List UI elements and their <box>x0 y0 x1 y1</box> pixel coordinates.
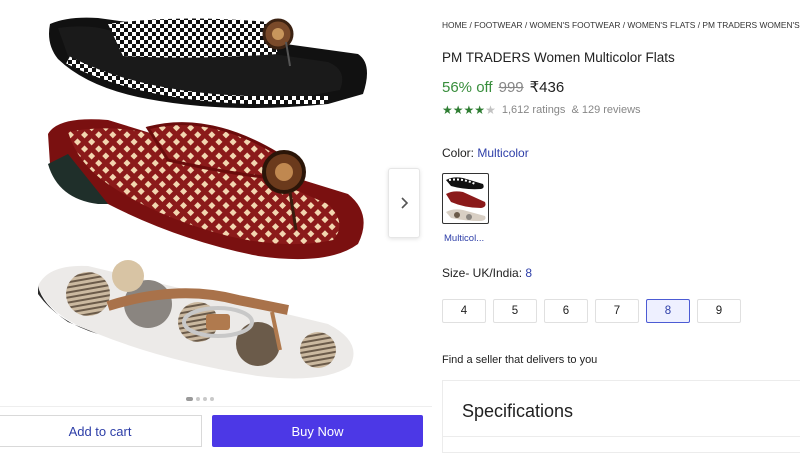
carousel-dot[interactable] <box>196 397 200 401</box>
breadcrumb-footwear[interactable]: FOOTWEAR <box>474 20 522 30</box>
star-icon: ★ <box>485 103 496 117</box>
star-icon: ★ <box>452 103 464 117</box>
sandal-beige-circles <box>38 260 354 379</box>
sandal-black-white <box>49 17 367 109</box>
divider <box>443 436 800 437</box>
specifications-title: Specifications <box>462 401 574 421</box>
swatch-thumbnail <box>446 177 486 221</box>
carousel-dot[interactable] <box>210 397 214 401</box>
seller-prompt[interactable]: Find a seller that delivers to you <box>442 354 597 366</box>
star-icon: ★ <box>474 103 486 117</box>
size-label: Size- UK/India: 8 <box>442 266 533 280</box>
reviews-count[interactable]: & 129 reviews <box>571 104 640 116</box>
size-option-4[interactable]: 4 <box>442 299 486 323</box>
star-icon: ★ <box>463 103 475 117</box>
product-gallery: Add to cart Buy Now <box>0 0 432 453</box>
breadcrumb: HOME / FOOTWEAR / WOMEN'S FOOTWEAR / WOM… <box>442 20 800 30</box>
size-options: 4 5 6 7 8 9 <box>442 299 741 323</box>
cart-action-bar: Add to cart Buy Now <box>0 406 432 453</box>
next-image-button[interactable] <box>388 168 420 238</box>
size-option-8[interactable]: 8 <box>646 299 690 323</box>
carousel-dot[interactable] <box>203 397 207 401</box>
star-rating: ★ ★ ★ ★ ★ <box>442 104 496 116</box>
breadcrumb-brand-flats[interactable]: PM TRADERS WOMEN'S FLATS <box>702 20 800 30</box>
color-swatch[interactable] <box>442 173 489 224</box>
ratings-count[interactable]: 1,612 ratings <box>502 104 566 116</box>
chevron-right-icon <box>401 197 409 209</box>
star-icon: ★ <box>442 103 453 117</box>
specifications-section: Specifications <box>442 380 800 453</box>
breadcrumb-womens-flats[interactable]: WOMEN'S FLATS <box>627 20 695 30</box>
carousel-dots <box>186 397 214 401</box>
swatch-caption[interactable]: Multicol... <box>444 233 484 244</box>
size-option-7[interactable]: 7 <box>595 299 639 323</box>
rating-row: ★ ★ ★ ★ ★ 1,612 ratings & 129 reviews <box>442 104 641 116</box>
size-option-5[interactable]: 5 <box>493 299 537 323</box>
original-price: 999 <box>498 79 524 96</box>
selling-price: ₹436 <box>529 79 565 96</box>
carousel-dot[interactable] <box>186 397 193 401</box>
price-row: 56% off 999 ₹436 <box>442 78 564 96</box>
buy-now-button[interactable]: Buy Now <box>212 415 423 447</box>
color-value: Multicolor <box>477 146 529 160</box>
size-option-6[interactable]: 6 <box>544 299 588 323</box>
add-to-cart-button[interactable]: Add to cart <box>0 415 202 447</box>
color-label: Color: Multicolor <box>442 146 529 160</box>
size-value: 8 <box>525 266 533 280</box>
size-option-9[interactable]: 9 <box>697 299 741 323</box>
breadcrumb-womens-footwear[interactable]: WOMEN'S FOOTWEAR <box>529 20 620 30</box>
discount-label: 56% off <box>442 79 493 96</box>
product-image[interactable] <box>28 4 378 396</box>
sandal-red-weave <box>48 119 364 260</box>
product-details: HOME / FOOTWEAR / WOMEN'S FOOTWEAR / WOM… <box>442 0 800 453</box>
product-title: PM TRADERS Women Multicolor Flats <box>442 50 675 65</box>
breadcrumb-home[interactable]: HOME <box>442 20 467 30</box>
